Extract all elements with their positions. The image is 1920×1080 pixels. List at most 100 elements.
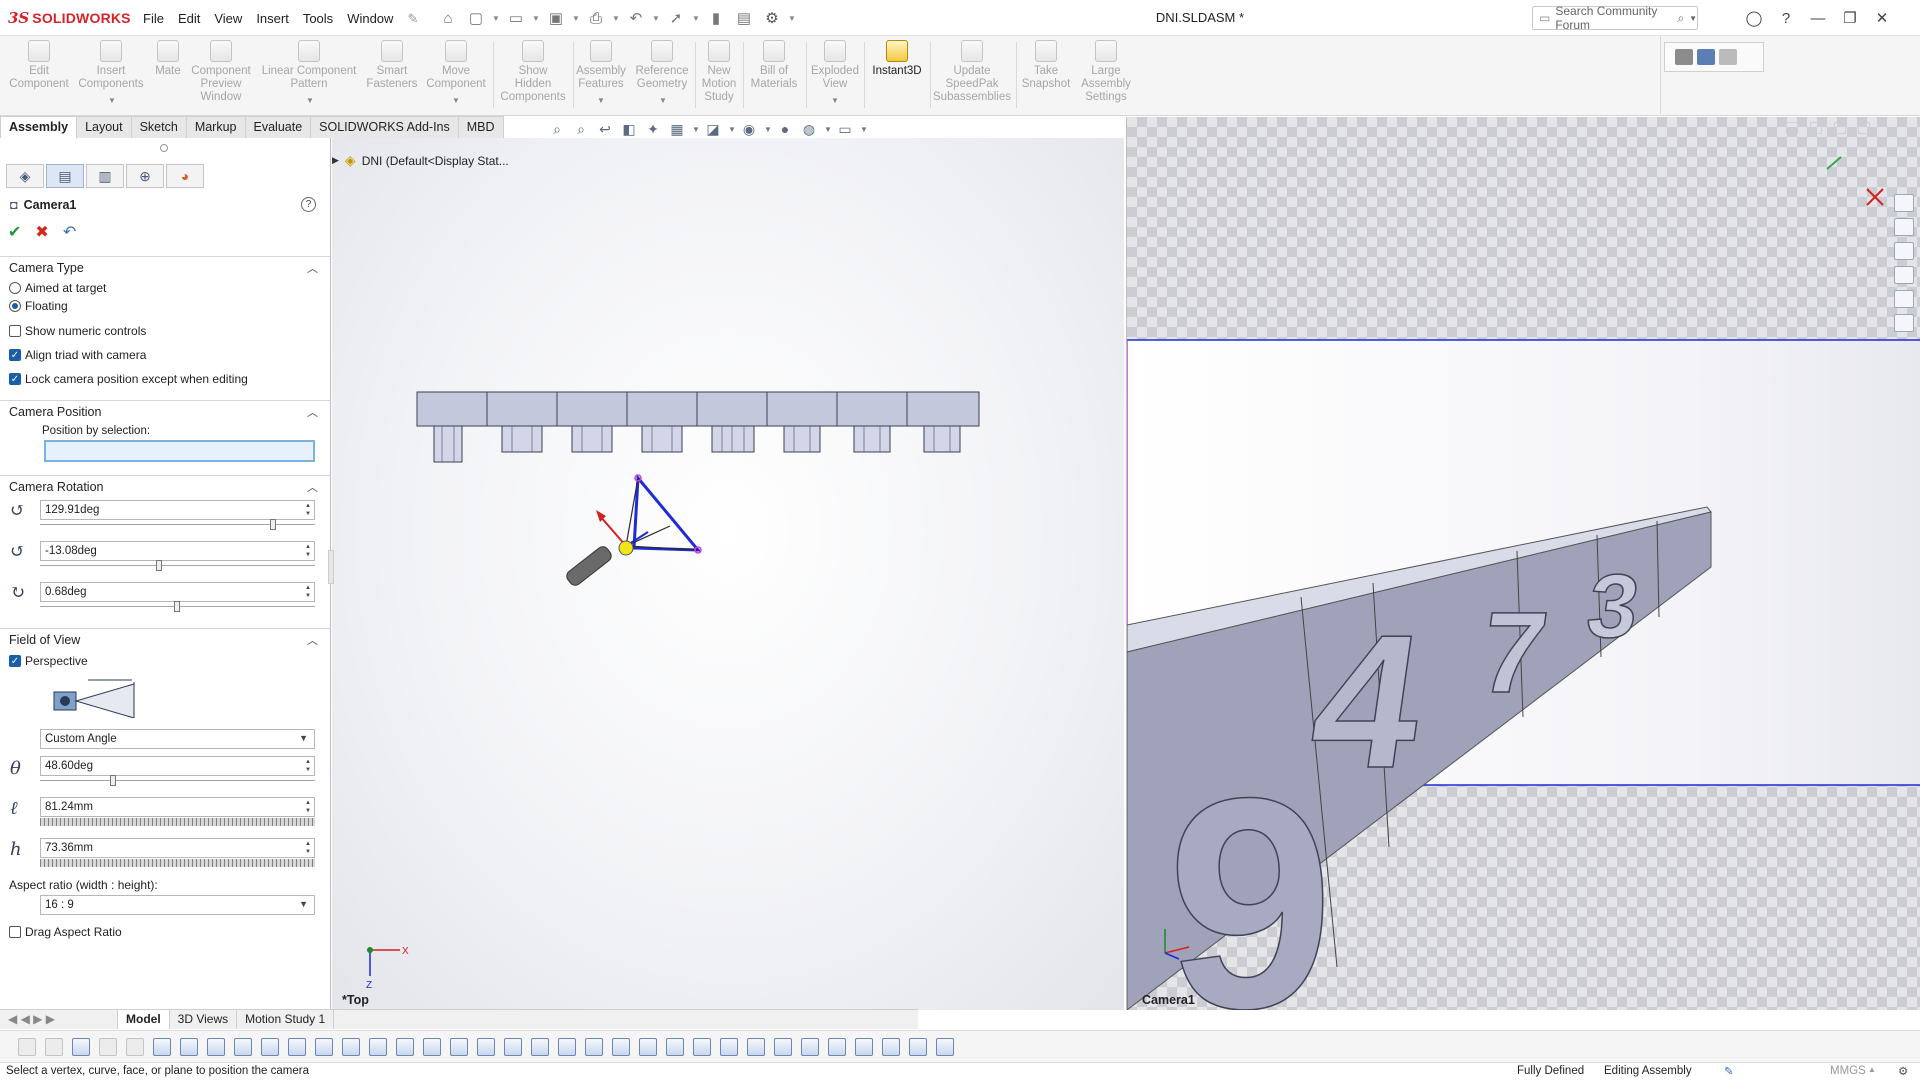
viewport-maximize-icon[interactable] [1834, 122, 1846, 134]
graphics-area[interactable]: X Z [332, 138, 1124, 1010]
take-snapshot-button[interactable]: Take Snapshot [1018, 40, 1074, 91]
spin-arrows-icon[interactable]: ▲ ▼ [303, 799, 313, 815]
filter-dowel-pin-icon[interactable] [720, 1037, 738, 1056]
select-pointer-icon[interactable]: ➚ [663, 6, 689, 30]
position-by-selection-field[interactable] [44, 440, 315, 462]
move-component-button[interactable]: Move Component [424, 40, 488, 91]
search-input[interactable]: Search Community Forum [1555, 4, 1672, 32]
slider-thumb[interactable] [156, 560, 162, 571]
collapse-chevron-icon[interactable]: ︿ [307, 479, 318, 495]
rebuild-status-icon[interactable]: ✎ [1724, 1064, 1734, 1078]
displaymanager-tab-icon[interactable]: ◕ [166, 164, 204, 188]
show-numeric-controls-checkbox[interactable] [9, 325, 21, 337]
slider-thumb[interactable] [270, 519, 276, 530]
drag-aspect-ratio-option[interactable]: Drag Aspect Ratio [9, 925, 122, 939]
filter-select-all-icon[interactable] [72, 1037, 90, 1056]
tab-layout[interactable]: Layout [76, 116, 132, 138]
apply-scene-icon[interactable]: ◍ [800, 120, 818, 138]
large-assembly-settings-button[interactable]: Large Assembly Settings [1076, 40, 1136, 104]
viewport-tile-icon[interactable] [1810, 122, 1822, 134]
spin-arrows-icon[interactable]: ▲ ▼ [303, 543, 313, 559]
camera-type-section-header[interactable]: Camera Type ︿ [0, 256, 330, 278]
tab-motion-study-1[interactable]: Motion Study 1 [237, 1010, 335, 1029]
fov-l-field[interactable]: 81.24mm ▲ ▼ [40, 797, 315, 817]
tab-markup[interactable]: Markup [185, 116, 246, 138]
new-motion-study-button[interactable]: New Motion Study [698, 40, 740, 104]
update-speedpak-button[interactable]: Update SpeedPak Subassemblies [932, 40, 1012, 104]
zoom-to-area-icon[interactable]: ⌕ [572, 120, 590, 138]
spin-arrows-icon[interactable]: ▲ ▼ [303, 840, 313, 856]
slider-thumb[interactable] [110, 775, 116, 786]
component-preview-window-button[interactable]: Component Preview Window [188, 40, 254, 104]
filter-vertices-icon[interactable] [153, 1037, 171, 1056]
insert-components-button[interactable]: Insert Components [76, 40, 146, 91]
filter-sketch-regions-icon[interactable] [909, 1037, 927, 1056]
dimxpertmanager-tab-icon[interactable]: ⊕ [126, 164, 164, 188]
move-component-dropdown-icon[interactable]: ▼ [452, 96, 460, 105]
rebuild-icon[interactable]: ▮ [703, 6, 729, 30]
menu-file[interactable]: File [136, 9, 171, 29]
perspective-checkbox[interactable]: ✓ [9, 655, 21, 667]
spin-arrows-icon[interactable]: ▲ ▼ [303, 502, 313, 518]
tab-evaluate[interactable]: Evaluate [244, 116, 312, 138]
filter-clear-icon[interactable] [45, 1037, 63, 1056]
assembly-features-dropdown-icon[interactable]: ▼ [597, 96, 605, 105]
show-hidden-components-button[interactable]: Show Hidden Components [497, 40, 569, 104]
fov-h-thumbwheel[interactable] [40, 859, 315, 867]
filter-connection-points-icon[interactable] [747, 1037, 765, 1056]
open-folder-icon[interactable]: ▭ [503, 6, 529, 30]
tab-model[interactable]: Model [118, 1010, 170, 1029]
tab-3d-views[interactable]: 3D Views [170, 1010, 238, 1029]
edit-appearance-icon[interactable]: ● [776, 120, 794, 138]
instant3d-button[interactable]: Instant3D [866, 40, 928, 78]
new-document-icon[interactable]: ▢ [463, 6, 489, 30]
pane-splitter-handle[interactable] [328, 550, 334, 584]
filter-solid-bodies-icon[interactable] [261, 1037, 279, 1056]
aspect-ratio-select[interactable]: 16 : 9 ▼ [40, 895, 315, 915]
filter-sketch-segments-icon[interactable] [369, 1037, 387, 1056]
featuremanager-tab-icon[interactable]: ◈ [6, 164, 44, 188]
filter-planes-icon[interactable] [315, 1037, 333, 1056]
filter-edges-icon[interactable] [180, 1037, 198, 1056]
save-dropdown-icon[interactable]: ▼ [571, 6, 581, 30]
smart-fasteners-button[interactable]: Smart Fasteners [362, 40, 422, 91]
solidworks-resources-icon[interactable] [1894, 194, 1914, 212]
perspective-option[interactable]: ✓ Perspective [9, 654, 88, 668]
file-explorer-icon[interactable] [1894, 242, 1914, 260]
camera-glyph[interactable] [564, 474, 702, 588]
fov-h-field[interactable]: 73.36mm ▲ ▼ [40, 838, 315, 858]
section-view-icon[interactable]: ◧ [620, 120, 638, 138]
search-community-forum[interactable]: ▭ Search Community Forum ⌕ ▼ [1532, 4, 1698, 32]
help-icon[interactable]: ? [301, 197, 316, 212]
insert-components-dropdown-icon[interactable]: ▼ [108, 96, 116, 105]
camera-yaw-slider[interactable] [40, 519, 315, 531]
filter-routing-points-icon[interactable] [774, 1037, 792, 1056]
filter-midpoints-icon[interactable] [396, 1037, 414, 1056]
filter-notes-icon[interactable] [558, 1037, 576, 1056]
filter-mid-faces-icon[interactable] [801, 1037, 819, 1056]
filter-mesh-vertices-icon[interactable] [882, 1037, 900, 1056]
new-dropdown-icon[interactable]: ▼ [491, 6, 501, 30]
dynamic-annotation-icon[interactable]: ✦ [644, 120, 662, 138]
filter-toggle-icon[interactable] [18, 1037, 36, 1056]
options-gear-icon[interactable]: ⚙ [759, 6, 785, 30]
filter-mesh-fins-icon[interactable] [855, 1037, 873, 1056]
close-icon[interactable]: ✕ [1868, 4, 1896, 32]
menu-window[interactable]: Window [340, 9, 400, 29]
filter-pointer-icon[interactable] [99, 1037, 117, 1056]
filter-center-marks-icon[interactable] [423, 1037, 441, 1056]
reference-geometry-button[interactable]: Reference Geometry [630, 40, 694, 91]
view-orientation-dropdown-icon[interactable]: ▼ [692, 125, 700, 134]
pane-grip-icon[interactable] [160, 144, 168, 152]
help-icon[interactable]: ? [1772, 4, 1800, 32]
aimed-at-target-radio[interactable] [9, 282, 21, 294]
filter-datum-features-icon[interactable] [585, 1037, 603, 1056]
tree-root-label[interactable]: DNI (Default<Display Stat... [362, 154, 509, 168]
filter-datum-targets-icon[interactable] [639, 1037, 657, 1056]
camera-yaw-field[interactable]: 129.91deg ▲ ▼ [40, 500, 315, 520]
filter-surface-bodies-icon[interactable] [234, 1037, 252, 1056]
tab-sketch[interactable]: Sketch [130, 116, 187, 138]
previous-view-icon[interactable]: ↩ [596, 120, 614, 138]
filter-faces-icon[interactable] [207, 1037, 225, 1056]
filter-triad-icon[interactable] [936, 1037, 954, 1056]
